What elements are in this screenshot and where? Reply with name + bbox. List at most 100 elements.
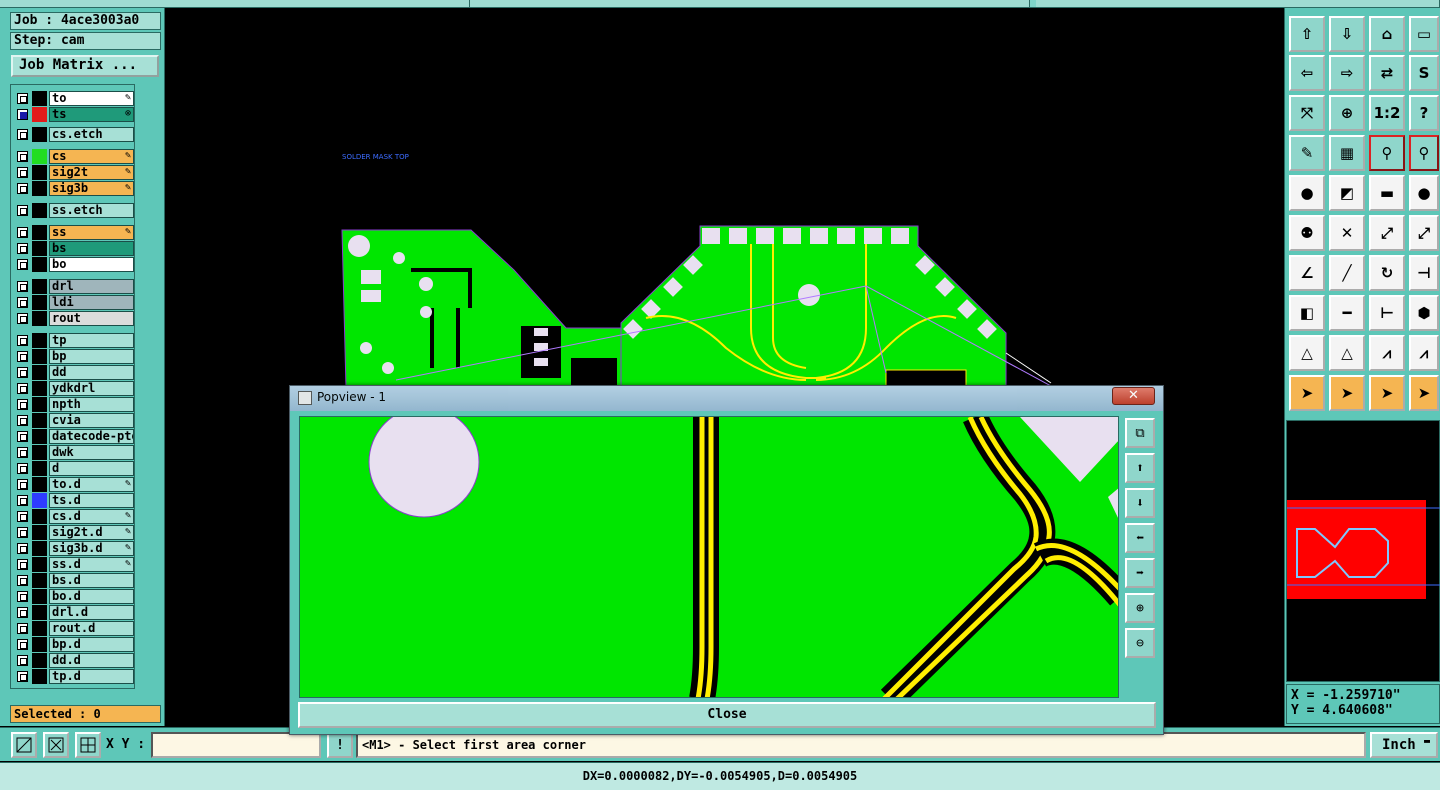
layer-row[interactable]: drl.d xyxy=(14,605,134,620)
layer-color-swatch[interactable] xyxy=(32,225,47,240)
layer-checkbox[interactable] xyxy=(17,281,28,292)
layer-name[interactable]: sig3b xyxy=(49,181,134,196)
layer-color-swatch[interactable] xyxy=(32,149,47,164)
pan-left-icon[interactable]: ⬅ xyxy=(1125,523,1155,553)
close-button[interactable]: Close xyxy=(298,702,1156,728)
layer-name[interactable]: cvia xyxy=(49,413,134,428)
layer-row[interactable]: datecode-pte xyxy=(14,429,134,444)
layer-checkbox[interactable] xyxy=(17,415,28,426)
cursor-icon[interactable]: ➤ xyxy=(1289,375,1325,411)
layer-checkbox[interactable] xyxy=(17,447,28,458)
measure-mode-icon[interactable] xyxy=(43,732,69,758)
layer-name[interactable]: tp xyxy=(49,333,134,348)
layer-color-swatch[interactable] xyxy=(32,637,47,652)
layer-name[interactable]: datecode-pte xyxy=(49,429,134,444)
layer-name[interactable]: to xyxy=(49,91,134,106)
window-icon[interactable]: ▭ xyxy=(1409,16,1439,52)
arc-icon[interactable]: ↻ xyxy=(1369,255,1405,291)
layer-color-swatch[interactable] xyxy=(32,509,47,524)
layer-row[interactable]: sig3b.d ✎ xyxy=(14,541,134,556)
layer-checkbox[interactable] xyxy=(17,431,28,442)
layer-color-swatch[interactable] xyxy=(32,669,47,684)
layer-row[interactable]: ts ⊗ xyxy=(14,107,134,122)
help-icon[interactable]: ? xyxy=(1409,95,1439,131)
layer-checkbox[interactable] xyxy=(17,151,28,162)
layer-name[interactable]: ts xyxy=(49,107,134,122)
arc-shape-icon[interactable]: ⩘ xyxy=(1369,335,1405,371)
layer-color-swatch[interactable] xyxy=(32,365,47,380)
hline-icon[interactable]: ━ xyxy=(1329,295,1365,331)
layer-checkbox[interactable] xyxy=(17,167,28,178)
ruler-icon[interactable]: ▬ xyxy=(1369,175,1405,211)
layer-row[interactable]: ydkdrl xyxy=(14,381,134,396)
zoom-out-icon[interactable]: ⊖ xyxy=(1125,628,1155,658)
layer-checkbox[interactable] xyxy=(17,313,28,324)
layer-row[interactable]: sig2t ✎ xyxy=(14,165,134,180)
unit-select[interactable]: Inch ▬ xyxy=(1370,732,1438,758)
layer-row[interactable]: d xyxy=(14,461,134,476)
layer-name[interactable]: dd xyxy=(49,365,134,380)
layer-row[interactable]: ss.etch xyxy=(14,203,134,218)
cursor-net-icon[interactable]: ➤ xyxy=(1409,375,1439,411)
home-icon[interactable]: ⌂ xyxy=(1369,16,1405,52)
layer-color-swatch[interactable] xyxy=(32,413,47,428)
layer-row[interactable]: to ✎ xyxy=(14,91,134,106)
slash-icon[interactable]: ╱ xyxy=(1329,255,1365,291)
layer-checkbox[interactable] xyxy=(17,655,28,666)
layer-checkbox[interactable] xyxy=(17,671,28,682)
layer-row[interactable]: cs.d ✎ xyxy=(14,509,134,524)
layer-row[interactable]: dd xyxy=(14,365,134,380)
layer-color-swatch[interactable] xyxy=(32,541,47,556)
popview-canvas[interactable] xyxy=(299,416,1119,698)
layer-checkbox[interactable] xyxy=(17,243,28,254)
layer-name[interactable]: bs.d xyxy=(49,573,134,588)
job-matrix-button[interactable]: Job Matrix ... xyxy=(11,55,159,77)
layer-row[interactable]: sig2t.d ✎ xyxy=(14,525,134,540)
layer-name[interactable]: drl xyxy=(49,279,134,294)
snap-mode-icon[interactable] xyxy=(11,732,37,758)
zoom-in-icon[interactable]: ⊕ xyxy=(1125,593,1155,623)
layer-color-swatch[interactable] xyxy=(32,107,47,122)
pan-down-icon[interactable]: ⬇ xyxy=(1125,488,1155,518)
layer-color-swatch[interactable] xyxy=(32,257,47,272)
layer-color-swatch[interactable] xyxy=(32,653,47,668)
line-icon[interactable]: ∠ xyxy=(1289,255,1325,291)
grid-icon[interactable]: ▦ xyxy=(1329,135,1365,171)
layer-color-swatch[interactable] xyxy=(32,279,47,294)
layer-checkbox[interactable] xyxy=(17,463,28,474)
layer-row[interactable]: bp.d xyxy=(14,637,134,652)
layer-row[interactable]: to.d ✎ xyxy=(14,477,134,492)
triangle-icon[interactable]: △ xyxy=(1289,335,1325,371)
layer-name[interactable]: d xyxy=(49,461,134,476)
layer-checkbox[interactable] xyxy=(17,639,28,650)
layer-row[interactable]: dd.d xyxy=(14,653,134,668)
layer-row[interactable]: bp xyxy=(14,349,134,364)
layer-row[interactable]: cs ✎ xyxy=(14,149,134,164)
layer-row[interactable]: bo xyxy=(14,257,134,272)
layer-name[interactable]: bs xyxy=(49,241,134,256)
layer-checkbox[interactable] xyxy=(17,495,28,506)
layer-color-swatch[interactable] xyxy=(32,525,47,540)
layer-checkbox[interactable] xyxy=(17,351,28,362)
layer-checkbox[interactable] xyxy=(17,227,28,238)
layer-color-swatch[interactable] xyxy=(32,573,47,588)
pan-up-icon[interactable]: ⬆ xyxy=(1125,453,1155,483)
arrow-red-icon[interactable]: ⤢ xyxy=(1409,215,1439,251)
layer-name[interactable]: dd.d xyxy=(49,653,134,668)
pad-icon[interactable]: ● xyxy=(1409,175,1439,211)
snap-icon[interactable]: ⤢ xyxy=(1369,215,1405,251)
layer-row[interactable]: rout xyxy=(14,311,134,326)
layer-checkbox[interactable] xyxy=(17,367,28,378)
layer-checkbox[interactable] xyxy=(17,383,28,394)
arc-red-icon[interactable]: ⩘ xyxy=(1409,335,1439,371)
popview-titlebar[interactable]: Popview - 1 ✕ xyxy=(290,386,1163,411)
feature-icon[interactable]: ✎ xyxy=(1289,135,1325,171)
layer-row[interactable]: bs.d xyxy=(14,573,134,588)
layer-row[interactable]: dwk xyxy=(14,445,134,460)
layer-checkbox[interactable] xyxy=(17,335,28,346)
layer-color-swatch[interactable] xyxy=(32,91,47,106)
triangle-outline-icon[interactable]: △ xyxy=(1329,335,1365,371)
layer-color-swatch[interactable] xyxy=(32,589,47,604)
flip-icon[interactable]: ⊣ xyxy=(1409,255,1439,291)
layer-color-swatch[interactable] xyxy=(32,181,47,196)
